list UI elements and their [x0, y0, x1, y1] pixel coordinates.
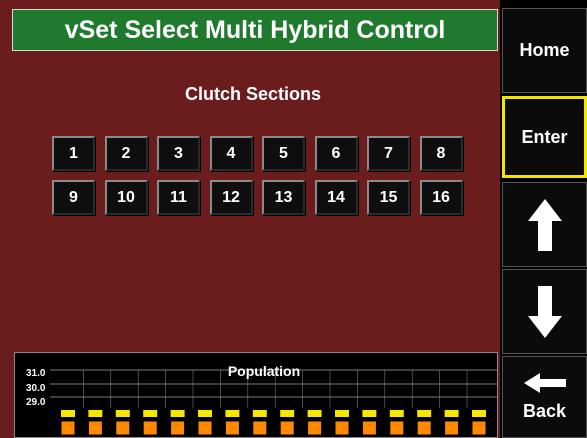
population-row-box [307, 420, 323, 436]
population-row-marker [170, 410, 185, 417]
clutch-section-button-11[interactable]: 11 [157, 180, 200, 215]
clutch-section-button-7[interactable]: 7 [367, 136, 410, 171]
clutch-section-button-2[interactable]: 2 [104, 136, 148, 171]
population-row-marker [335, 410, 349, 417]
population-row-box [60, 420, 76, 436]
population-row-marker [307, 410, 322, 417]
population-row-box [87, 420, 103, 436]
arrow-left-icon [523, 372, 566, 393]
population-y-tick: 29.0 [26, 397, 46, 408]
population-y-tick: 31.0 [26, 368, 46, 379]
population-row-marker [472, 410, 486, 417]
population-panel: Population 31.0 30.0 29.0 [14, 352, 498, 438]
population-row-marker [225, 410, 240, 417]
population-row-box [416, 420, 432, 436]
population-row-marker [444, 410, 459, 417]
clutch-section-button-10[interactable]: 10 [104, 180, 148, 215]
population-row-marker [115, 410, 130, 417]
scroll-up-button[interactable] [502, 182, 587, 267]
clutch-section-button-14[interactable]: 14 [314, 180, 358, 215]
population-row-box [170, 420, 186, 436]
population-row-marker [417, 410, 432, 417]
population-row-box [142, 420, 158, 436]
back-button-label: Back [522, 400, 567, 421]
back-button[interactable]: Back [502, 356, 587, 438]
population-row-box [444, 420, 460, 436]
home-button[interactable]: Home [502, 8, 587, 93]
clutch-section-button-5[interactable]: 5 [262, 136, 305, 171]
clutch-section-button-3[interactable]: 3 [157, 136, 200, 171]
population-title: Population [227, 363, 301, 379]
clutch-section-button-8[interactable]: 8 [419, 136, 463, 171]
population-row-box [279, 420, 295, 436]
population-row-marker [362, 410, 377, 417]
main-panel: vSet Select Multi Hybrid Control Clutch … [0, 0, 500, 438]
population-row-marker [143, 410, 158, 417]
clutch-section-button-16[interactable]: 16 [419, 180, 463, 215]
population-row-marker [280, 410, 295, 417]
population-row-marker [198, 410, 212, 417]
population-marks [60, 410, 487, 436]
arrow-down-icon [527, 285, 562, 338]
back-button-content: Back [522, 372, 567, 422]
sidebar: Home Enter Back [502, 0, 587, 438]
population-row-box [389, 420, 405, 436]
population-row-marker [61, 410, 75, 417]
clutch-section-button-6[interactable]: 6 [314, 136, 358, 171]
population-row-marker [389, 410, 404, 417]
clutch-section-button-12[interactable]: 12 [209, 180, 253, 215]
arrow-up-icon [527, 198, 562, 251]
population-y-tick: 30.0 [26, 383, 46, 394]
clutch-section-button-1[interactable]: 1 [52, 136, 95, 171]
population-row-box [252, 420, 268, 436]
population-row-box [361, 420, 377, 436]
population-row-marker [88, 410, 103, 417]
clutch-section-button-13[interactable]: 13 [262, 180, 305, 215]
population-row-marker [252, 410, 267, 417]
population-row-box [197, 420, 213, 436]
scroll-down-button[interactable] [502, 269, 587, 354]
enter-button[interactable]: Enter [502, 96, 587, 178]
population-row-box [115, 420, 131, 436]
clutch-section-button-4[interactable]: 4 [209, 136, 253, 171]
population-row-box [471, 420, 487, 436]
clutch-section-button-9[interactable]: 9 [52, 180, 95, 215]
clutch-sections-heading: Clutch Sections [184, 84, 322, 104]
population-row-box [224, 420, 240, 436]
page-title: vSet Select Multi Hybrid Control [12, 9, 498, 51]
population-row-box [334, 420, 350, 436]
clutch-section-button-15[interactable]: 15 [367, 180, 410, 215]
